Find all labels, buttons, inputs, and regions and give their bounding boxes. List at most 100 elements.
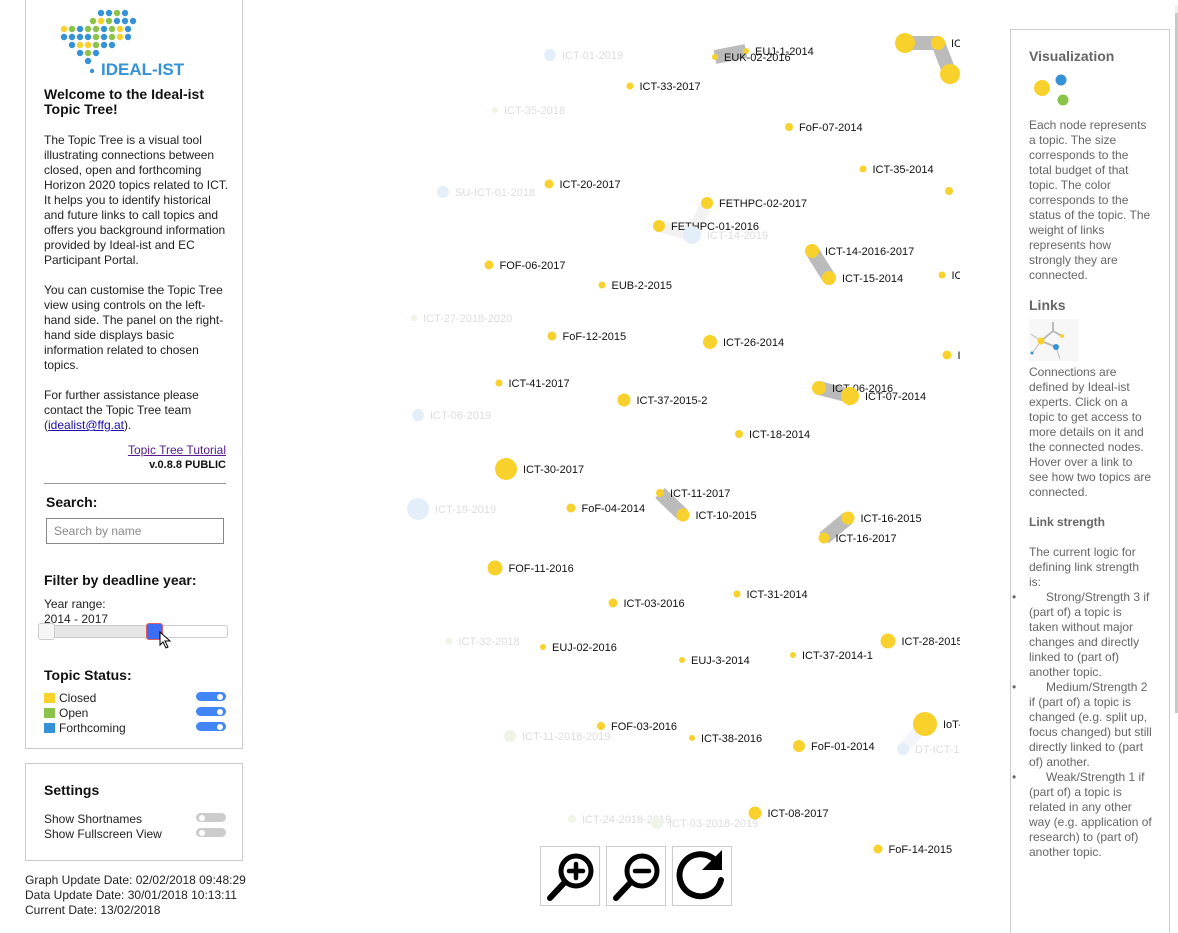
node-label[interactable]: FOF-06-2017 bbox=[500, 260, 566, 272]
node-circle[interactable] bbox=[412, 409, 424, 421]
node-label[interactable]: ICT-37-2014-1 bbox=[802, 650, 873, 662]
node-label[interactable]: FoF-04-2014 bbox=[582, 503, 646, 515]
node-label[interactable]: ICT-07-2014 bbox=[865, 391, 926, 403]
node-circle[interactable] bbox=[859, 165, 867, 173]
node-circle[interactable] bbox=[735, 430, 743, 438]
node-circle[interactable] bbox=[733, 590, 741, 598]
graph-node[interactable]: ICT-01-2019 bbox=[544, 49, 623, 62]
graph-node[interactable]: FETHPC-02-2017 bbox=[701, 197, 807, 210]
graph-canvas[interactable]: ICT-01-2019 EUJ-1-2014EUK-02-2016ICT-33-2… bbox=[250, 0, 960, 933]
graph-node[interactable]: FoF-07-2014 bbox=[785, 122, 863, 134]
graph-node[interactable]: FoF-01-2014 bbox=[793, 740, 875, 753]
graph-node[interactable]: ICT-35-2018 bbox=[492, 105, 565, 117]
graph-node[interactable]: FoF-14-2015 bbox=[873, 844, 953, 856]
email-link[interactable]: idealist@ffg.at bbox=[48, 418, 124, 432]
node-label[interactable]: ICT-11-2018-2019 bbox=[522, 731, 610, 743]
graph-node[interactable]: IoT-0 bbox=[913, 712, 960, 736]
node-circle[interactable] bbox=[597, 722, 605, 730]
node-circle[interactable] bbox=[651, 817, 663, 829]
node-circle[interactable] bbox=[701, 197, 713, 209]
node-label[interactable]: EUK-02-2016 bbox=[724, 52, 791, 64]
graph-node[interactable]: ICT-31-2014 bbox=[733, 589, 808, 601]
node-circle[interactable] bbox=[841, 387, 859, 405]
graph-node[interactable]: EUB-2-2015 bbox=[598, 280, 673, 292]
graph-node[interactable]: FoF-04-2014 bbox=[566, 503, 646, 515]
graph-node[interactable]: ICT-19-2019 bbox=[407, 498, 496, 520]
node-circle[interactable] bbox=[540, 644, 546, 650]
node-label[interactable]: EUJ-3-2014 bbox=[691, 655, 750, 667]
node-circle[interactable] bbox=[913, 712, 937, 736]
node-label[interactable]: FoF-07-2014 bbox=[799, 122, 863, 134]
graph-node[interactable]: ICT-08-2017 bbox=[748, 806, 829, 821]
graph-node[interactable]: FOF-11-2016 bbox=[487, 560, 574, 576]
node-circle[interactable] bbox=[785, 123, 793, 131]
node-label[interactable]: FOF-03-2016 bbox=[611, 721, 677, 733]
node-label[interactable]: ICT-15-2014 bbox=[842, 273, 903, 285]
slider-min-handle[interactable] bbox=[38, 623, 55, 640]
node-label[interactable]: ICT-03-2016 bbox=[624, 598, 685, 610]
node-label[interactable]: ICT-3 bbox=[951, 38, 960, 50]
graph-node[interactable]: ICT-37-2015-2 bbox=[617, 393, 708, 408]
graph-node[interactable]: ICT-37-2014-1 bbox=[790, 650, 873, 662]
node-label[interactable]: EUB-2-2015 bbox=[612, 280, 673, 292]
graph-node[interactable]: ICT-20-2017 bbox=[544, 179, 621, 191]
graph-node[interactable]: EUJ-02-2016 bbox=[540, 642, 617, 654]
graph-node[interactable]: ICT-32-2018 bbox=[445, 636, 520, 648]
node-circle[interactable] bbox=[805, 244, 819, 258]
node-label[interactable]: ICT-27-2018-2020 bbox=[423, 313, 512, 325]
node-circle[interactable] bbox=[495, 379, 503, 387]
node-label[interactable]: ICT-03-2018-2019 bbox=[669, 818, 758, 830]
node-circle[interactable] bbox=[679, 657, 685, 663]
zoom-out-button[interactable] bbox=[606, 846, 666, 906]
node-circle[interactable] bbox=[445, 637, 453, 645]
node-circle[interactable] bbox=[568, 815, 576, 823]
node-label[interactable]: DT-ICT-1 bbox=[915, 744, 960, 756]
graph-node[interactable]: I bbox=[942, 350, 961, 362]
node-label[interactable]: ICT-35-2014 bbox=[873, 164, 934, 176]
graph-node[interactable]: ICT-28-2015 bbox=[880, 633, 961, 649]
node-label[interactable]: ICT-37-2015-2 bbox=[637, 395, 708, 407]
node-circle[interactable] bbox=[938, 271, 946, 279]
node-label[interactable]: ICT-20-2017 bbox=[560, 179, 621, 191]
node-label[interactable]: FoF-12-2015 bbox=[563, 331, 627, 343]
graph-node[interactable]: ICT-26-2014 bbox=[703, 335, 784, 349]
node-label[interactable]: FoF-01-2014 bbox=[811, 741, 875, 753]
node-circle[interactable] bbox=[626, 82, 634, 90]
node-circle[interactable] bbox=[790, 652, 796, 658]
node-label[interactable]: ICT-01-2019 bbox=[562, 50, 623, 62]
node-label[interactable]: ICT-16-2015 bbox=[861, 513, 922, 525]
graph-node[interactable]: ICT-06-2019 bbox=[412, 409, 491, 422]
node-label[interactable]: ICT-10-2015 bbox=[696, 510, 757, 522]
node-circle[interactable] bbox=[818, 532, 830, 544]
node-label[interactable]: SU-ICT-01-2018 bbox=[455, 187, 535, 199]
graph-node[interactable]: ICT-38-2016 bbox=[689, 733, 762, 745]
node-label[interactable]: FOF-11-2016 bbox=[509, 563, 574, 575]
node-label[interactable]: ICT-14-2019 bbox=[707, 230, 768, 242]
year-range-slider[interactable] bbox=[38, 623, 228, 640]
node-label[interactable]: ICT-33-2017 bbox=[640, 81, 701, 93]
node-circle[interactable] bbox=[544, 179, 554, 189]
node-label[interactable]: ICT-18-2014 bbox=[749, 429, 810, 441]
node-circle[interactable] bbox=[437, 186, 449, 198]
node-circle[interactable] bbox=[547, 331, 557, 341]
node-circle[interactable] bbox=[504, 730, 516, 742]
node-label[interactable]: IC bbox=[952, 270, 961, 282]
node-label[interactable]: ICT-26-2014 bbox=[723, 337, 784, 349]
node-label[interactable]: ICT-35-2018 bbox=[504, 105, 565, 117]
node-circle[interactable] bbox=[676, 508, 690, 522]
node-label[interactable]: ICT-11-2017 bbox=[670, 488, 730, 500]
node-label[interactable]: ICT-31-2014 bbox=[747, 589, 808, 601]
node-circle[interactable] bbox=[822, 271, 836, 285]
node-circle[interactable] bbox=[897, 743, 909, 755]
zoom-in-button[interactable] bbox=[540, 846, 600, 906]
graph-node[interactable]: EUK-02-2016 bbox=[712, 52, 791, 64]
node-label[interactable]: ICT-08-2017 bbox=[768, 808, 829, 820]
graph-node[interactable]: SU-ICT-01-2018 bbox=[437, 186, 535, 199]
node-circle[interactable] bbox=[931, 36, 945, 50]
node-circle[interactable] bbox=[793, 740, 805, 752]
node-circle[interactable] bbox=[407, 498, 429, 520]
node-circle[interactable] bbox=[689, 735, 695, 741]
node-circle[interactable] bbox=[812, 381, 826, 395]
node-label[interactable]: ICT-28-2015 bbox=[902, 636, 961, 648]
node-label[interactable]: ICT-38-2016 bbox=[701, 733, 762, 745]
